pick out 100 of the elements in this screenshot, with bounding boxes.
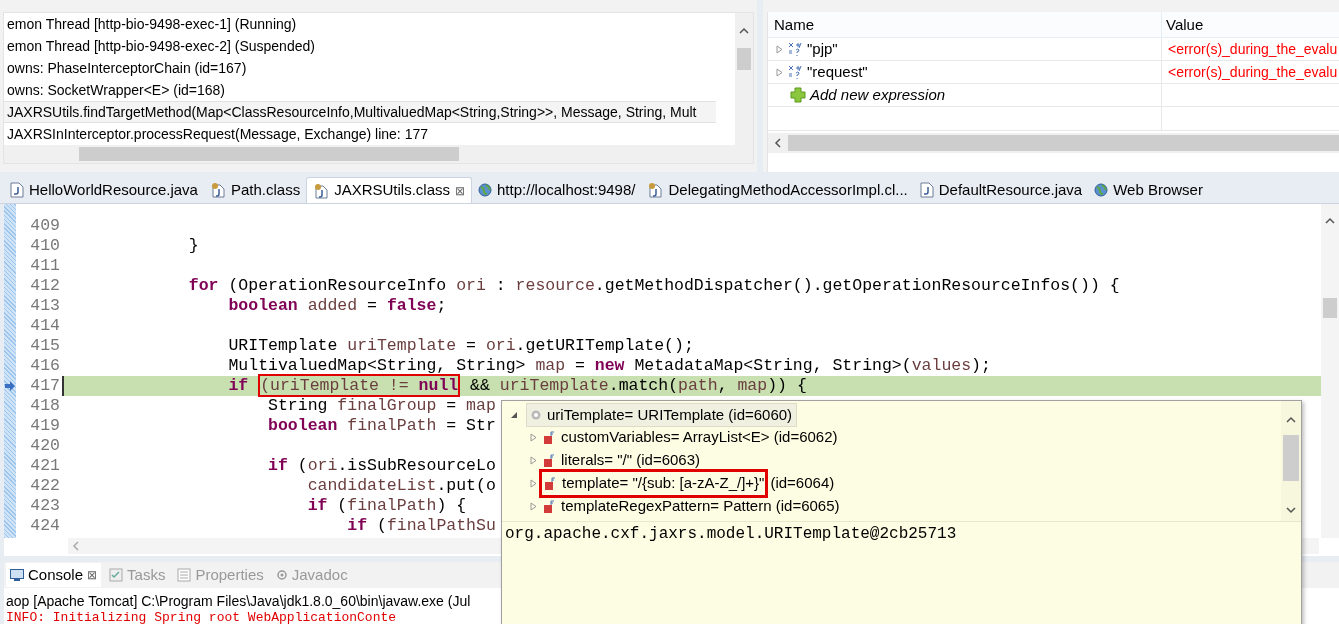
line-number: 414 (29, 316, 61, 336)
stack-frame-row[interactable]: JAXRSUtils.findTargetMethod(Map<ClassResourceInfo,MultivaluedMap<String,String>>, Message, String, Mult (4, 101, 716, 123)
panel-tab[interactable]: Console ⊠ (6, 563, 102, 587)
code-line: candidateList.put(o (306, 476, 496, 496)
scrollbar-thumb[interactable] (79, 147, 459, 161)
field-value-text[interactable]: literals= "/" (id=6063) (561, 449, 701, 472)
scroll-left-icon[interactable] (774, 138, 782, 148)
close-icon[interactable]: ⊠ (87, 566, 98, 584)
stack-frame-row[interactable]: JAXRSInInterceptor.processRequest(Message, Exchange) line: 177 (4, 123, 716, 145)
line-number: 423 (29, 496, 61, 516)
horizontal-scrollbar[interactable] (4, 145, 753, 163)
expand-arrow-icon[interactable] (530, 456, 537, 465)
variable-expression-icon (787, 64, 803, 80)
vertical-scrollbar[interactable] (1281, 401, 1301, 521)
expression-name[interactable]: "pjp" (807, 38, 838, 60)
editor-tab[interactable]: Web Browser (1088, 177, 1209, 203)
code-line: } (187, 236, 199, 256)
class-file-icon (647, 182, 664, 198)
line-number: 420 (29, 436, 61, 456)
stack-frame-row[interactable]: owns: SocketWrapper<E> (id=168) (4, 79, 716, 101)
code-line: boolean added = false; (227, 296, 447, 316)
line-number: 422 (29, 476, 61, 496)
scrollbar-thumb[interactable] (788, 135, 1339, 151)
expand-arrow-icon[interactable] (530, 433, 537, 442)
expression-value: <error(s)_during_the_evalu (1168, 64, 1338, 80)
selected-tree-item[interactable]: uriTemplate= URITemplate (id=6060) (526, 402, 798, 428)
expand-arrow-icon[interactable] (776, 67, 783, 77)
detail-text: org.apache.cxf.jaxrs.model.URITemplate@2cb25713 (505, 525, 957, 543)
field-value-text[interactable]: templateRegexPattern= Pattern (id=6065) (561, 495, 840, 518)
globe-icon (1094, 183, 1109, 197)
line-number: 410 (29, 236, 61, 256)
field-value-text[interactable]: template= "/{sub: [a-zA-Z_/]+}" (562, 472, 765, 495)
line-number: 413 (29, 296, 61, 316)
stack-frame-row[interactable]: emon Thread [http-bio-9498-exec-1] (Running) (4, 13, 716, 35)
java-file-icon (10, 182, 24, 198)
checklist-icon (109, 568, 124, 582)
class-file-icon (313, 182, 330, 199)
java-file-icon (919, 182, 934, 198)
object-icon (531, 410, 541, 420)
collapse-arrow-icon[interactable] (510, 411, 518, 419)
add-expression-link[interactable]: Add new expression (810, 84, 946, 106)
line-number: 419 (29, 416, 61, 436)
vertical-scrollbar[interactable] (1321, 204, 1339, 538)
line-number: 412 (29, 276, 61, 296)
code-line: String finalGroup = map (267, 396, 496, 416)
editor-tab[interactable]: DefaultResource.java (913, 177, 1089, 203)
expand-arrow-icon[interactable] (530, 479, 537, 488)
class-file-icon (209, 182, 226, 198)
field-value-text[interactable]: customVariables= ArrayList<E> (id=6062) (561, 426, 838, 449)
editor-tab[interactable]: http://localhost:9498/ (472, 177, 642, 203)
horizontal-scrollbar[interactable] (768, 133, 1339, 153)
editor-tab[interactable]: JAXRSUtils.class ⊠ (306, 177, 473, 203)
stack-frame-row[interactable]: owns: PhaseInterceptorChain (id=167) (4, 57, 716, 79)
line-number: 421 (29, 456, 61, 476)
scrollbar-thumb[interactable] (737, 48, 751, 70)
column-header[interactable]: Name (768, 12, 1162, 37)
editor-tab[interactable]: HelloWorldResource.java (4, 177, 204, 203)
line-number: 411 (29, 256, 61, 276)
globe-icon (478, 183, 493, 197)
list-icon (177, 568, 192, 582)
line-number: 409 (29, 216, 61, 236)
process-label: aop [Apache Tomcat] C:\Program Files\Java\jdk1.8.0_60\bin\javaw.exe (Jul (6, 592, 471, 610)
field-icon (544, 476, 556, 491)
code-line: URITemplate uriTemplate = ori.getURITemplate(); (227, 336, 694, 356)
monitor-icon (10, 568, 24, 582)
line-number: 424 (29, 516, 61, 536)
expression-value: <error(s)_during_the_evalu (1168, 41, 1338, 57)
line-number: 418 (29, 396, 61, 416)
line-number: 416 (29, 356, 61, 376)
code-line: MultivaluedMap<String, String> map = new MetadataMap<String, String>(values); (227, 356, 991, 376)
editor-tab[interactable]: Path.class (203, 177, 307, 203)
vertical-scrollbar[interactable] (735, 13, 753, 147)
line-number: 415 (29, 336, 61, 356)
field-icon (543, 430, 555, 445)
plus-icon (790, 87, 806, 103)
close-icon[interactable]: ⊠ (455, 181, 466, 200)
instruction-pointer-icon (5, 381, 15, 391)
code-line: if (finalPathSu (346, 516, 496, 536)
column-header[interactable]: Value (1162, 12, 1339, 37)
editor-tab[interactable]: DelegatingMethodAccessorImpl.cl... (641, 177, 914, 203)
code-line: if (finalPath) { (306, 496, 467, 516)
scroll-up-icon[interactable] (1325, 217, 1335, 225)
field-icon (543, 499, 555, 514)
scrollbar-thumb[interactable] (1323, 298, 1337, 318)
expression-name[interactable]: "request" (807, 61, 868, 83)
console-output-line: INFO: Initializing Spring root WebApplicationConte (6, 610, 397, 624)
line-number: 417 (29, 376, 61, 396)
scrollbar-thumb[interactable] (1283, 435, 1299, 481)
scroll-up-icon[interactable] (1286, 416, 1296, 424)
scroll-down-icon[interactable] (1286, 506, 1296, 514)
field-id-text: (id=6064) (770, 473, 835, 494)
field-icon (543, 453, 555, 468)
variable-expression-icon (787, 41, 803, 57)
expand-arrow-icon[interactable] (530, 502, 537, 511)
code-line: for (OperationResourceInfo ori : resource.getMethodDispatcher().getOperationResourceInfos()) { (187, 276, 1120, 296)
scroll-up-icon[interactable] (739, 27, 749, 35)
code-line: if (ori.isSubResourceLo (267, 456, 496, 476)
expand-arrow-icon[interactable] (776, 44, 783, 54)
stack-frame-row[interactable]: emon Thread [http-bio-9498-exec-2] (Suspended) (4, 35, 716, 57)
code-line: boolean finalPath = Str (267, 416, 496, 436)
